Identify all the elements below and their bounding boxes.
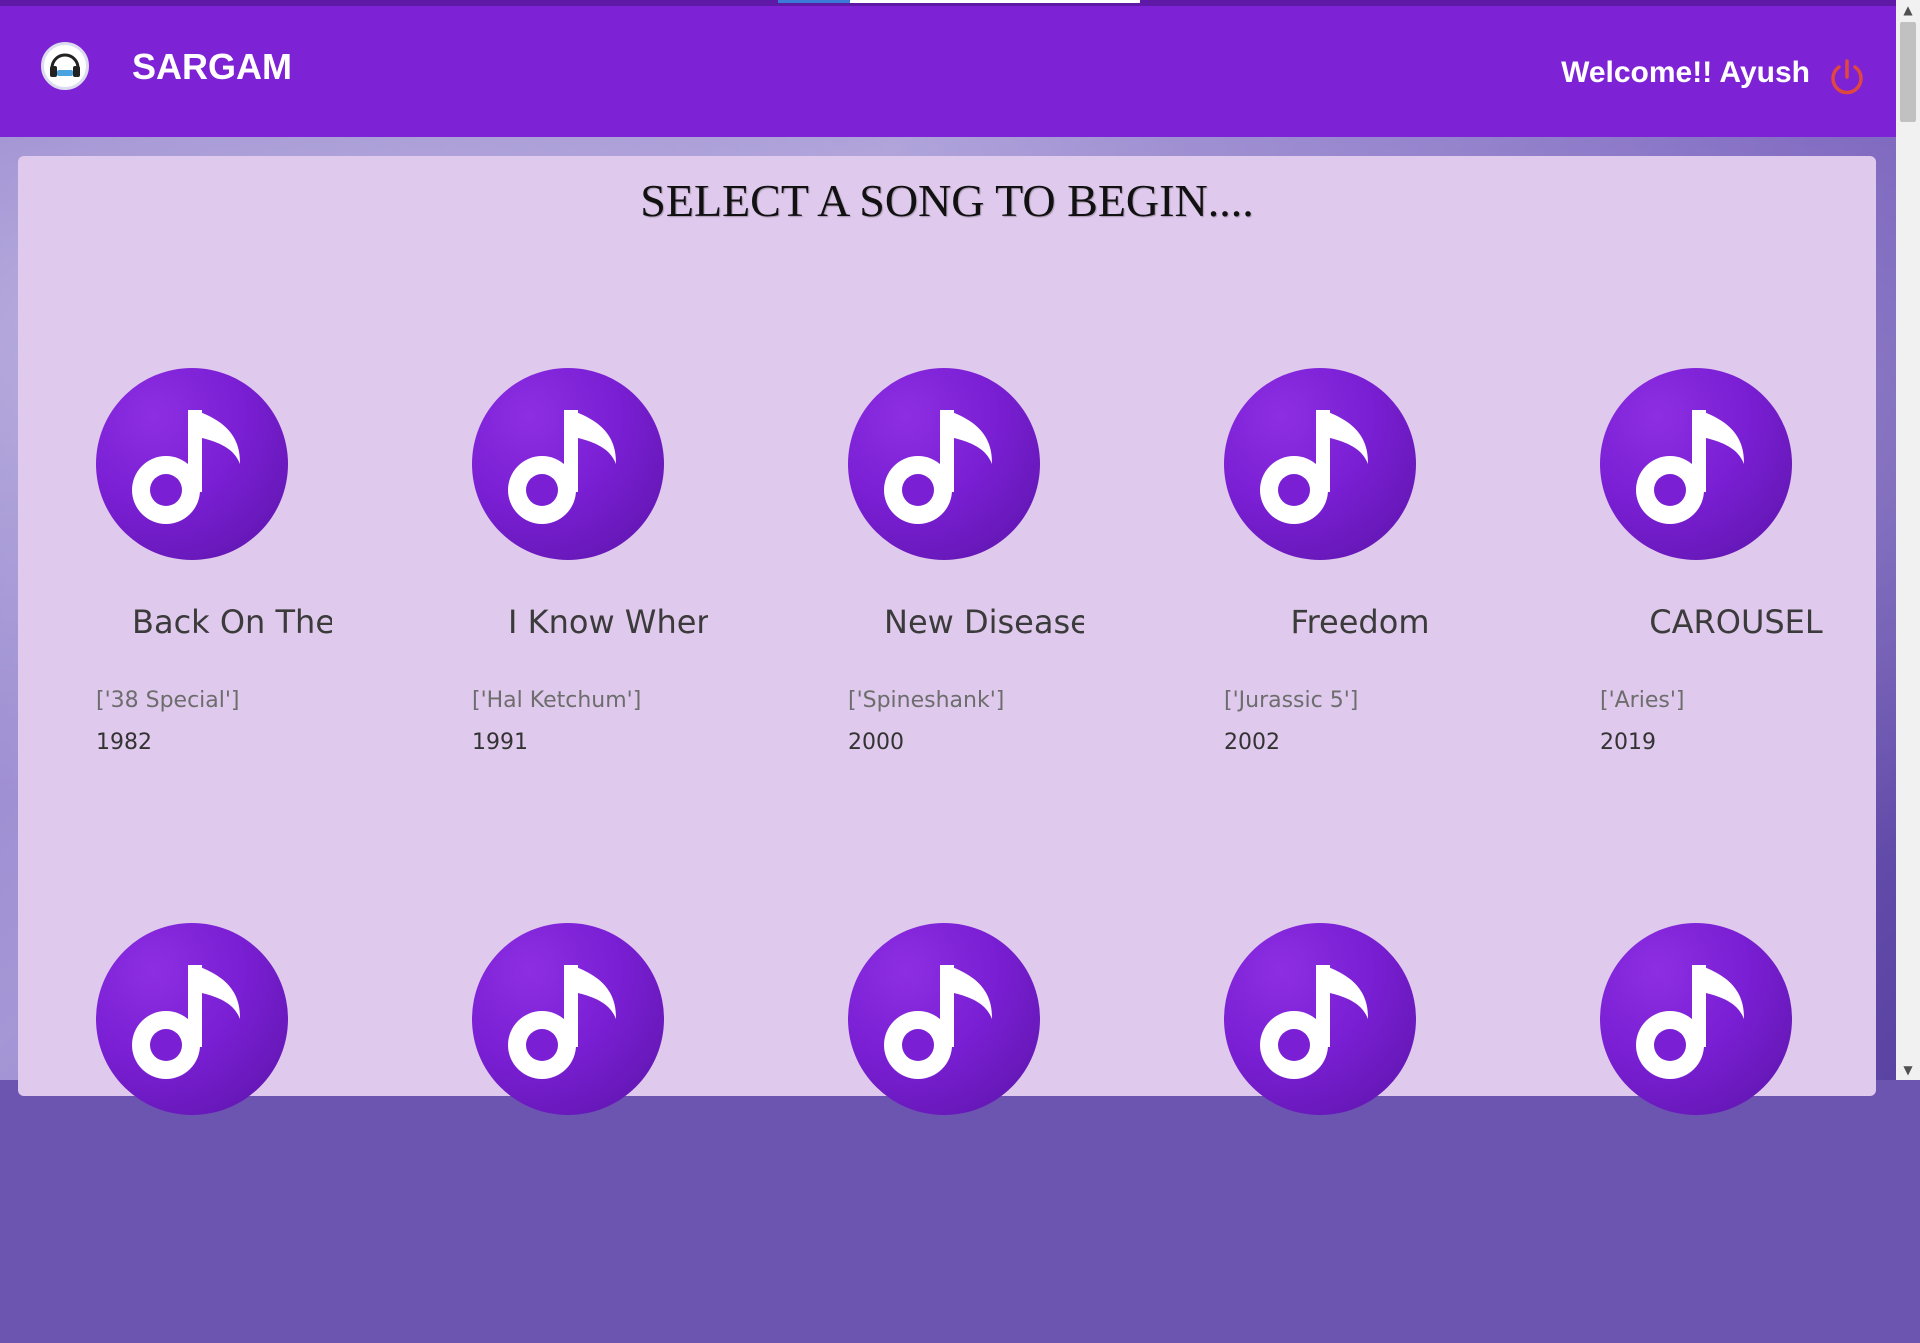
power-icon[interactable]	[1826, 56, 1868, 98]
page-title: SELECT A SONG TO BEGIN....	[640, 175, 1254, 226]
song-card[interactable]	[56, 923, 356, 1343]
song-artist: ['Aries']	[1600, 688, 1685, 713]
song-year: 1991	[472, 730, 528, 755]
song-card[interactable]	[808, 923, 1108, 1343]
song-artist: ['Hal Ketchum']	[472, 688, 642, 713]
song-year: 1982	[96, 730, 152, 755]
song-card[interactable]: Freedom ['Jurassic 5'] 2002	[1184, 368, 1484, 788]
music-note-icon[interactable]	[848, 923, 1040, 1115]
tab-indicator	[850, 0, 1140, 3]
headphones-logo-icon[interactable]	[41, 42, 89, 90]
song-title[interactable]: Back On The	[132, 603, 332, 651]
scroll-up-arrow-icon[interactable]: ▲	[1896, 0, 1920, 20]
scroll-down-arrow-icon[interactable]: ▼	[1896, 1060, 1920, 1080]
song-title[interactable]: Freedom	[1260, 603, 1460, 651]
song-card[interactable]: I Know Wher ['Hal Ketchum'] 1991	[432, 368, 732, 788]
song-card[interactable]: New Disease ['Spineshank'] 2000	[808, 368, 1108, 788]
song-title[interactable]: I Know Wher	[508, 603, 708, 651]
song-card[interactable]	[1560, 923, 1860, 1343]
song-title[interactable]: CAROUSEL	[1636, 603, 1836, 651]
brand-name[interactable]: SARGAM	[132, 46, 292, 88]
music-note-icon[interactable]	[472, 923, 664, 1115]
song-title[interactable]: New Disease	[884, 603, 1084, 651]
scrollbar-thumb[interactable]	[1900, 22, 1916, 122]
song-card[interactable]	[432, 923, 732, 1343]
music-note-icon[interactable]	[96, 368, 288, 560]
music-note-icon[interactable]	[96, 923, 288, 1115]
music-note-icon[interactable]	[848, 368, 1040, 560]
music-note-icon[interactable]	[472, 368, 664, 560]
song-year: 2000	[848, 730, 904, 755]
song-card[interactable]	[1184, 923, 1484, 1343]
song-year: 2002	[1224, 730, 1280, 755]
song-artist: ['Spineshank']	[848, 688, 1005, 713]
welcome-message: Welcome!! Ayush	[1561, 56, 1810, 89]
song-card[interactable]: CAROUSEL ['Aries'] 2019	[1560, 368, 1860, 788]
song-year: 2019	[1600, 730, 1656, 755]
tab-indicator-active	[778, 0, 850, 3]
song-artist: ['Jurassic 5']	[1224, 688, 1359, 713]
song-list-panel: SELECT A SONG TO BEGIN.... Back On The […	[18, 156, 1876, 1115]
navbar: SARGAM Welcome!! Ayush	[0, 6, 1896, 137]
music-note-icon[interactable]	[1224, 368, 1416, 560]
scrollbar[interactable]: ▲ ▼	[1896, 0, 1920, 1080]
music-note-icon[interactable]	[1224, 923, 1416, 1115]
music-note-icon[interactable]	[1600, 923, 1792, 1115]
song-card[interactable]: Back On The ['38 Special'] 1982	[56, 368, 356, 788]
song-artist: ['38 Special']	[96, 688, 240, 713]
music-note-icon[interactable]	[1600, 368, 1792, 560]
